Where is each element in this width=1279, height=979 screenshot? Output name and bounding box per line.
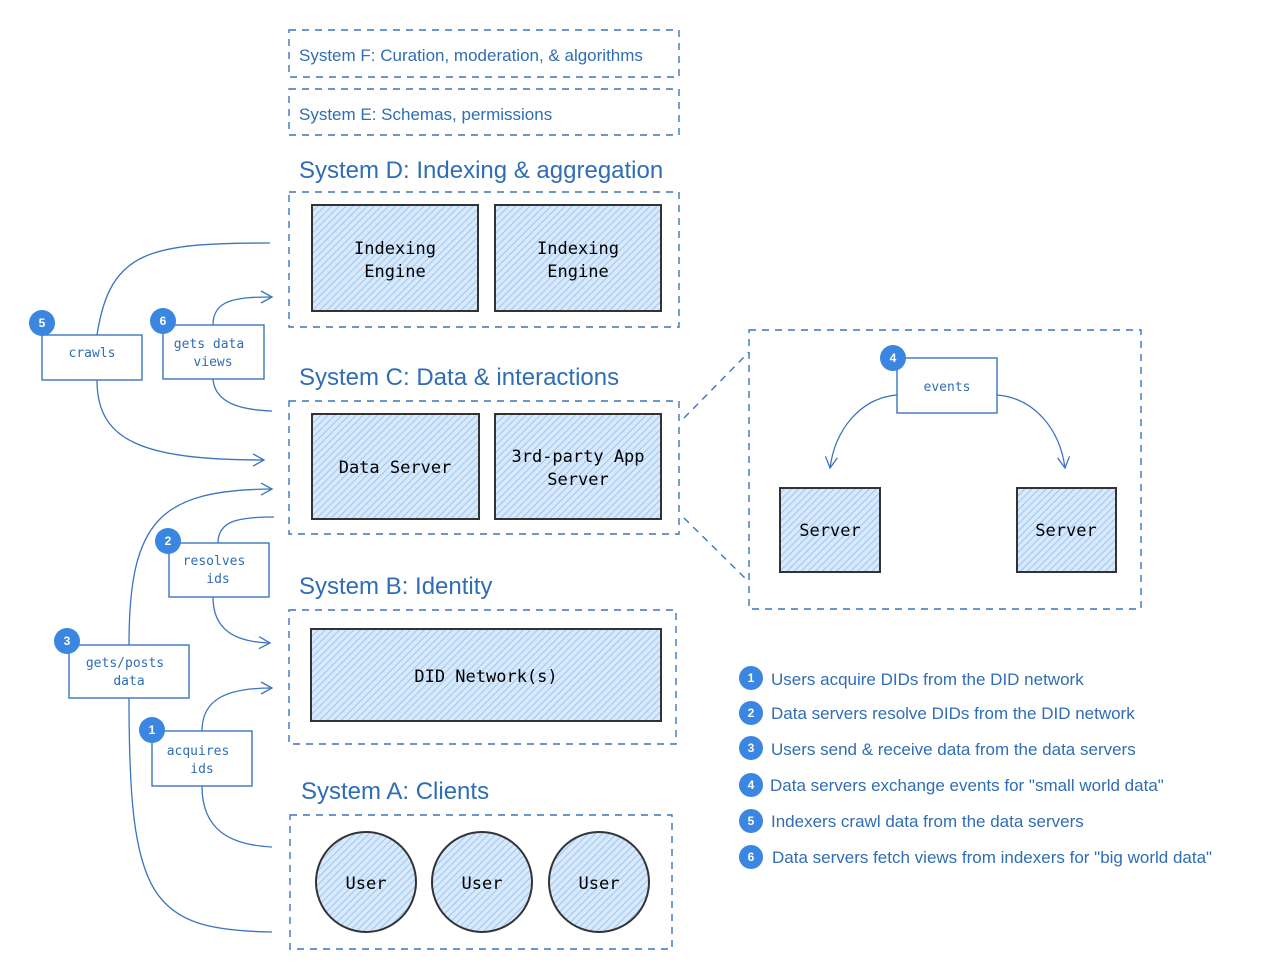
svg-text:Users send & receive data from: Users send & receive data from the data … (771, 740, 1136, 759)
svg-text:Data servers resolve DIDs from: Data servers resolve DIDs from the DID n… (771, 704, 1135, 723)
svg-text:Data servers fetch views from: Data servers fetch views from indexers f… (772, 848, 1212, 867)
indexing-engine-1: Indexing Engine (311, 204, 479, 312)
svg-text:3: 3 (748, 741, 755, 755)
svg-text:User: User (462, 874, 503, 894)
user-3: User (548, 831, 650, 933)
svg-text:3rd-party App: 3rd-party App (511, 447, 644, 467)
architecture-diagram: System F: Curation, moderation, & algori… (0, 0, 1279, 979)
system-e-label: System E: Schemas, permissions (299, 105, 552, 124)
svg-text:crawls: crawls (69, 346, 116, 361)
svg-text:events: events (924, 380, 971, 395)
legend-item: 1 Users acquire DIDs from the DID networ… (739, 666, 1084, 690)
events-label: events 4 (880, 345, 998, 414)
resolves-ids-label: resolves ids 2 (155, 528, 270, 598)
legend-item: 2 Data servers resolve DIDs from the DID… (739, 701, 1135, 725)
system-b-title: System B: Identity (299, 573, 492, 600)
svg-text:gets data: gets data (174, 337, 244, 352)
system-f-label: System F: Curation, moderation, & algori… (299, 46, 643, 65)
resolves-arrow-top (217, 516, 275, 544)
legend-item: 3 Users send & receive data from the dat… (739, 736, 1136, 760)
svg-text:resolves: resolves (183, 554, 246, 569)
gets-views-arrow-bottom (212, 378, 273, 412)
svg-text:Users acquire DIDs from the DI: Users acquire DIDs from the DID network (771, 670, 1084, 689)
svg-text:Data servers exchange events f: Data servers exchange events for "small … (770, 776, 1164, 795)
svg-text:4: 4 (748, 778, 755, 792)
indexing-engine-2: Indexing Engine (494, 204, 662, 312)
server-left: Server (779, 487, 881, 573)
acquires-arrow-bottom (201, 785, 273, 848)
legend-item: 5 Indexers crawl data from the data serv… (739, 809, 1084, 833)
third-party-app-server: 3rd-party App Server (494, 413, 662, 520)
svg-text:Indexers crawl data from the d: Indexers crawl data from the data server… (771, 812, 1084, 831)
svg-text:ids: ids (190, 762, 213, 777)
events-arrow-right (996, 394, 1071, 470)
system-a-title: System A: Clients (301, 778, 489, 805)
acquires-ids-label: acquires ids 1 (139, 717, 253, 787)
svg-text:1: 1 (748, 671, 755, 685)
svg-text:5: 5 (748, 814, 755, 828)
crawls-arrow-top (96, 242, 271, 336)
gets-posts-data-label: gets/posts data 3 (54, 628, 190, 699)
svg-text:6: 6 (160, 314, 167, 328)
svg-text:acquires: acquires (167, 744, 230, 759)
svg-text:ids: ids (206, 572, 229, 587)
svg-text:Server: Server (547, 470, 608, 490)
svg-text:views: views (193, 355, 232, 370)
user-1: User (315, 831, 417, 933)
svg-text:DID Network(s): DID Network(s) (414, 667, 557, 687)
did-network: DID Network(s) (310, 628, 662, 722)
svg-text:Data Server: Data Server (339, 458, 452, 478)
events-arrow-left (824, 394, 898, 470)
gets-data-views-label: gets data views 6 (150, 308, 265, 380)
svg-text:6: 6 (748, 850, 755, 864)
svg-text:gets/posts: gets/posts (86, 656, 164, 671)
server-right: Server (1016, 487, 1117, 573)
svg-text:User: User (579, 874, 620, 894)
svg-text:Indexing: Indexing (354, 239, 436, 259)
system-c-title: System C: Data & interactions (299, 364, 619, 391)
svg-text:1: 1 (149, 723, 156, 737)
crawls-arrow (96, 379, 266, 467)
svg-text:Server: Server (799, 521, 860, 541)
svg-text:Engine: Engine (547, 262, 608, 282)
svg-text:Server: Server (1035, 521, 1096, 541)
gets-views-arrow (212, 290, 274, 326)
acquires-arrow (201, 681, 274, 732)
svg-text:4: 4 (890, 351, 897, 365)
svg-text:Engine: Engine (364, 262, 425, 282)
svg-text:2: 2 (165, 534, 172, 548)
resolves-arrow (212, 596, 272, 650)
legend-item: 6 Data servers fetch views from indexers… (739, 845, 1212, 869)
svg-text:data: data (113, 674, 144, 689)
system-f: System F: Curation, moderation, & algori… (288, 29, 680, 78)
legend-item: 4 Data servers exchange events for "smal… (739, 773, 1164, 797)
user-2: User (431, 831, 533, 933)
svg-text:2: 2 (748, 706, 755, 720)
system-e: System E: Schemas, permissions (288, 88, 680, 136)
svg-text:User: User (346, 874, 387, 894)
svg-text:5: 5 (39, 316, 46, 330)
data-server: Data Server (311, 413, 480, 520)
system-d-title: System D: Indexing & aggregation (299, 157, 663, 184)
legend: 1 Users acquire DIDs from the DID networ… (739, 666, 1212, 869)
svg-text:Indexing: Indexing (537, 239, 619, 259)
svg-text:3: 3 (64, 634, 71, 648)
crawls-label: crawls 5 (29, 310, 143, 381)
